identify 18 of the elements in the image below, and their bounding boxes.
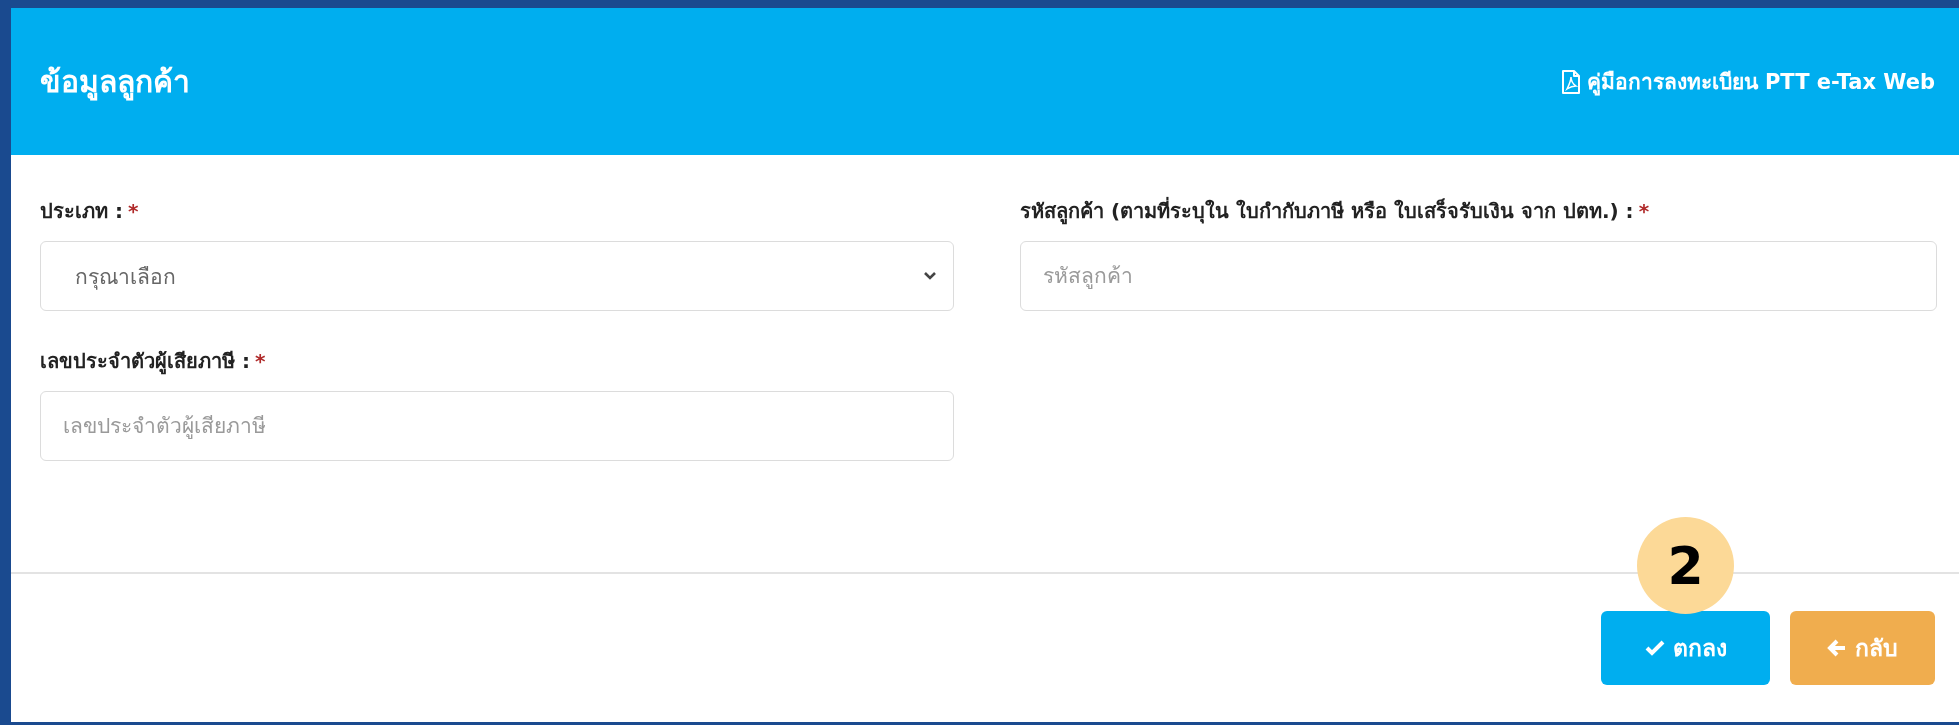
input-field[interactable]: รหัสลูกค้า	[1020, 241, 1937, 311]
step-badge: 2	[1637, 517, 1734, 614]
confirm-button[interactable]: ตกลง	[1601, 611, 1770, 685]
arrow-left-icon	[1827, 639, 1847, 657]
field-label: เลขประจำตัวผู้เสียภาษี :	[40, 348, 250, 377]
required-mark: *	[127, 199, 139, 223]
pdf-file-icon	[1560, 69, 1581, 94]
type-dropdown[interactable]: กรุณาเลือก	[40, 241, 954, 311]
input-field[interactable]: เลขประจำตัวผู้เสียภาษี	[40, 391, 954, 461]
back-button[interactable]: กลับ	[1790, 611, 1935, 685]
check-icon	[1644, 640, 1665, 656]
required-mark: *	[254, 349, 266, 373]
field-label: รหัสลูกค้า (ตามที่ระบุใน ใบกำกับภาษี หรือ ใบเสร็จรับเงิน จาก ปตท.) :	[1020, 196, 1634, 227]
required-mark: *	[1638, 199, 1650, 223]
chevron-down-icon	[923, 271, 937, 281]
manual-link[interactable]: คู่มือการลงทะเบียน PTT e-Tax Web	[1560, 65, 1935, 98]
field-label: ประเภท :	[40, 198, 123, 225]
modal-title: ข้อมูลลูกค้า	[40, 63, 190, 103]
